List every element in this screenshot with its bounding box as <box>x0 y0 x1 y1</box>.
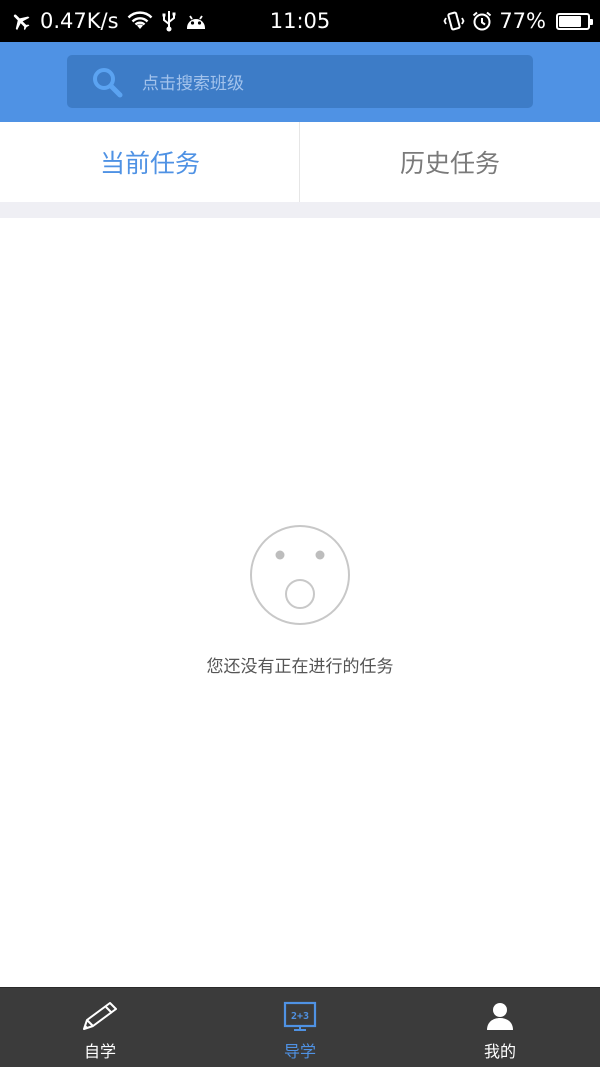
surprised-face-icon <box>249 524 351 626</box>
battery-level <box>559 15 581 27</box>
usb-icon <box>161 10 177 32</box>
tab-history-tasks[interactable]: 历史任务 <box>300 122 600 202</box>
user-icon <box>480 1000 520 1032</box>
header: 点击搜索班级 <box>0 42 600 122</box>
empty-message: 您还没有正在进行的任务 <box>206 657 394 677</box>
wifi-icon <box>127 11 153 31</box>
search-input[interactable]: 点击搜索班级 <box>142 55 244 108</box>
nav-item-guided-study[interactable]: 2+3 导学 <box>200 988 400 1067</box>
app-screen: 0.47K/s 11:05 77% 点击搜索班级 当前任务 历史任务 您还没有正… <box>0 0 600 1067</box>
vibrate-icon <box>443 10 465 32</box>
search-box[interactable]: 点击搜索班级 <box>67 55 533 108</box>
pencil-icon <box>80 1000 120 1032</box>
svg-text:2+3: 2+3 <box>291 1011 309 1022</box>
nav-label-guided-study: 导学 <box>283 1042 316 1061</box>
android-icon <box>185 11 207 31</box>
airplane-icon <box>10 10 32 32</box>
section-divider <box>0 202 600 218</box>
status-left: 0.47K/s <box>10 0 207 42</box>
task-tabs: 当前任务 历史任务 <box>0 122 600 202</box>
battery-icon <box>556 12 593 30</box>
nav-label-self-study: 自学 <box>83 1042 116 1061</box>
status-bar: 0.47K/s 11:05 77% <box>0 0 600 42</box>
bottom-nav: 自学 2+3 导学 我的 <box>0 987 600 1067</box>
search-icon <box>91 66 125 98</box>
tab-current-tasks[interactable]: 当前任务 <box>0 122 300 202</box>
alarm-icon <box>471 10 493 32</box>
blackboard-icon: 2+3 <box>280 1000 320 1032</box>
tab-divider <box>299 122 300 202</box>
status-right: 77% <box>443 0 593 42</box>
nav-item-mine[interactable]: 我的 <box>400 988 600 1067</box>
nav-label-mine: 我的 <box>483 1042 516 1061</box>
network-speed: 0.47K/s <box>40 9 119 33</box>
nav-item-self-study[interactable]: 自学 <box>0 988 200 1067</box>
battery-percent: 77% <box>499 9 546 33</box>
